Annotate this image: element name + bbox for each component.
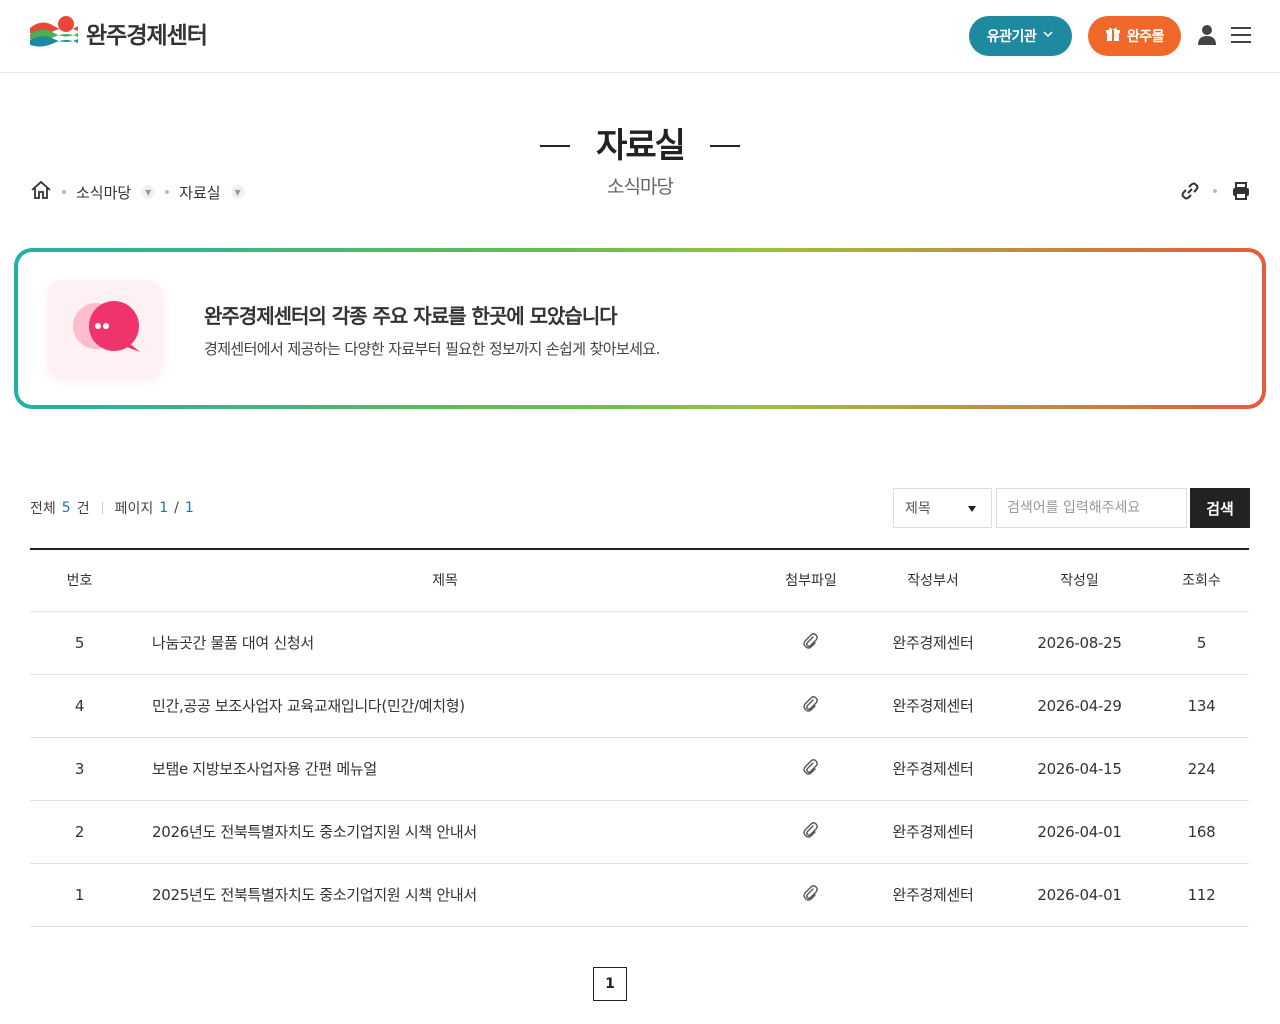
total-pages: 1 [184,500,194,516]
row-views: 5 [1154,611,1249,675]
site-logo[interactable]: 완주경제센터 [28,14,208,52]
table-row: 1 2025년도 전북특별자치도 중소기업지원 시책 안내서 완주경제센터 20… [30,863,1249,927]
summary-divider [101,502,103,514]
logo-text: 완주경제센터 [86,23,208,49]
page-title-wrap: 자료실 [0,118,1280,167]
breadcrumb: 소식마당 ▼ 자료실 ▼ [30,180,245,204]
print-icon[interactable] [1231,181,1251,205]
total-label: 전체 [30,501,56,517]
column-header-department: 작성부서 [861,549,1005,612]
page-label: 페이지 [114,501,154,517]
link-icon[interactable] [1180,181,1200,205]
pagination-page-1[interactable]: 1 [593,967,627,1001]
related-agencies-button[interactable]: 유관기관 [969,16,1072,56]
table-row: 2 2026년도 전북특별자치도 중소기업지원 시책 안내서 완주경제센터 20… [30,800,1249,864]
column-header-number: 번호 [30,549,129,612]
column-header-date: 작성일 [1005,549,1154,612]
row-department: 완주경제센터 [861,863,1005,927]
column-header-views: 조회수 [1154,549,1249,612]
page-title: 자료실 [596,126,686,166]
row-department: 완주경제센터 [861,800,1005,864]
attachment-cell [761,737,861,801]
page-slash: / [174,500,179,516]
table-row: 5 나눔곳간 물품 대여 신청서 완주경제센터 2026-08-25 5 [30,611,1249,675]
related-agencies-label: 유관기관 [986,29,1037,45]
wanju-mall-button[interactable]: 완주몰 [1088,16,1181,56]
row-date: 2026-04-15 [1005,737,1154,801]
row-subject-link[interactable]: 나눔곳간 물품 대여 신청서 [129,611,761,675]
attachment-cell [761,863,861,927]
table-header-row: 번호 제목 첨부파일 작성부서 작성일 조회수 [30,549,1249,612]
row-department: 완주경제센터 [861,611,1005,675]
user-icon[interactable] [1197,24,1217,50]
wanju-mall-label: 완주몰 [1126,29,1165,45]
info-banner-body: 완주경제센터의 각종 주요 자료를 한곳에 모았습니다 경제센터에서 제공하는 … [18,252,1262,405]
row-subject-link[interactable]: 2026년도 전북특별자치도 중소기업지원 시책 안내서 [129,800,761,864]
attachment-cell [761,674,861,738]
paperclip-icon[interactable] [802,695,820,717]
chat-bubble-icon [48,280,162,376]
row-number: 1 [30,863,129,927]
table-row: 4 민간,공공 보조사업자 교육교재입니다(민간/예치형) 완주경제센터 202… [30,674,1249,738]
row-date: 2026-04-01 [1005,800,1154,864]
search-field-value: 제목 [905,501,931,517]
row-date: 2026-04-01 [1005,863,1154,927]
breadcrumb-separator [165,190,170,194]
info-banner: 완주경제센터의 각종 주요 자료를 한곳에 모았습니다 경제센터에서 제공하는 … [14,248,1266,409]
row-number: 2 [30,800,129,864]
paperclip-icon[interactable] [802,632,820,654]
list-summary: 전체 5 건 페이지 1 / 1 [30,498,194,518]
column-header-subject: 제목 [129,549,761,612]
table-row: 3 보탬e 지방보조사업자용 간편 메뉴얼 완주경제센터 2026-04-15 … [30,737,1249,801]
attachment-cell [761,800,861,864]
row-department: 완주경제센터 [861,674,1005,738]
caret-down-icon [967,500,977,516]
row-subject-link[interactable]: 2025년도 전북특별자치도 중소기업지원 시책 안내서 [129,863,761,927]
search-button[interactable]: 검색 [1190,488,1250,528]
column-header-attachment: 첨부파일 [761,549,861,612]
paperclip-icon[interactable] [802,821,820,843]
home-icon[interactable] [30,180,52,204]
chevron-down-icon[interactable]: ▼ [230,185,245,199]
chevron-down-icon[interactable]: ▼ [141,185,156,199]
current-page: 1 [159,500,169,516]
breadcrumb-item-news[interactable]: 소식마당 [76,182,131,203]
attachment-cell [761,611,861,675]
row-views: 224 [1154,737,1249,801]
logo-mark-icon [28,14,78,52]
row-date: 2026-08-25 [1005,611,1154,675]
row-number: 3 [30,737,129,801]
breadcrumb-separator [62,190,66,194]
row-number: 5 [30,611,129,675]
utility-separator [1213,189,1217,193]
gift-icon [1105,26,1121,46]
banner-title: 완주경제센터의 각종 주요 자료를 한곳에 모았습니다 [204,304,618,328]
count-unit: 건 [76,501,90,517]
row-department: 완주경제센터 [861,737,1005,801]
row-subject-link[interactable]: 민간,공공 보조사업자 교육교재입니다(민간/예치형) [129,674,761,738]
paperclip-icon[interactable] [802,758,820,780]
row-number: 4 [30,674,129,738]
menu-icon[interactable] [1231,26,1251,48]
banner-description: 경제센터에서 제공하는 다양한 자료부터 필요한 정보까지 손쉽게 찾아보세요. [204,340,660,358]
row-views: 168 [1154,800,1249,864]
row-views: 134 [1154,674,1249,738]
board-table: 번호 제목 첨부파일 작성부서 작성일 조회수 5 나눔곳간 물품 대여 신청서… [30,548,1249,927]
row-date: 2026-04-29 [1005,674,1154,738]
row-views: 112 [1154,863,1249,927]
breadcrumb-item-library[interactable]: 자료실 [179,182,220,203]
search-input[interactable] [996,488,1187,528]
chevron-down-icon [1042,28,1054,44]
site-header: 완주경제센터 유관기관 완주몰 [0,0,1280,73]
row-subject-link[interactable]: 보탬e 지방보조사업자용 간편 메뉴얼 [129,737,761,801]
search-field-select[interactable]: 제목 [893,488,992,528]
paperclip-icon[interactable] [802,884,820,906]
total-count: 5 [61,500,71,516]
